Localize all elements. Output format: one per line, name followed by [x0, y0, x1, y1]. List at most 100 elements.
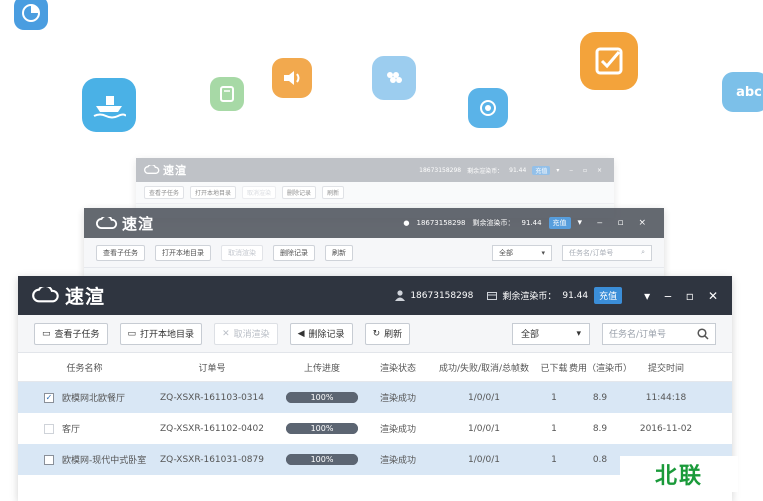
titlebar-right: ● 18673158298 剩余渲染币： 91.44 充值 ▾ ‒ ▫ × [403, 217, 652, 229]
render-state: 渲染成功 [379, 425, 416, 435]
balance-info: 剩余渲染币： 91.44 [487, 289, 588, 302]
book-icon [210, 77, 244, 111]
open-local-dir-button[interactable]: 打开本地目录 [190, 186, 237, 199]
cancel-render-button[interactable]: 取消渲染 [242, 186, 277, 199]
header-submit-time[interactable]: 提交时间 [631, 361, 701, 374]
progress-label: 100% [310, 455, 334, 464]
toolbar: ▭ 查看子任务 ▭ 打开本地目录 ✕ 取消渲染 ◀ 删除记录 ↻ 刷新 全部 ▾ [18, 315, 732, 353]
menu-dropdown-icon[interactable]: ▾ [644, 289, 650, 303]
table-row[interactable]: ✓ 欧模网北欧餐厅 ZQ-XSXR-161103-0314 100% 渲染成功 … [18, 382, 732, 413]
search-input[interactable]: 任务名/订单号 [602, 322, 716, 345]
refresh-button[interactable]: ↻ 刷新 [364, 322, 411, 345]
search-icon[interactable] [697, 327, 709, 340]
app-name: 速渲 [65, 286, 106, 308]
downloaded-count: 1 [551, 454, 557, 465]
header-frame-counts[interactable]: 成功/失败/取消/总帧数 [429, 361, 539, 374]
cancel-render-label: 取消渲染 [233, 330, 270, 340]
header-upload-progress[interactable]: 上传进度 [277, 361, 367, 374]
check-note-icon [580, 32, 638, 90]
task-name: 客厅 [62, 425, 81, 435]
chevron-down-icon: ▾ [576, 328, 581, 339]
order-number: ZQ-XSXR-161102-0402 [160, 423, 264, 434]
refresh-label: 刷新 [384, 330, 403, 340]
titlebar-right: 18673158298 剩余渲染币： 91.44 充值 ▾ ‒ ▫ ✕ [395, 287, 718, 304]
recharge-button[interactable]: 充值 [532, 165, 551, 175]
order-number: ZQ-XSXR-161103-0314 [160, 392, 264, 403]
cloud-logo-icon [32, 287, 59, 303]
app-logo: 速渲 [96, 213, 154, 234]
downloaded-count: 1 [551, 392, 557, 403]
toolbar: 查看子任务 打开本地目录 取消渲染 删除记录 刷新 [136, 182, 614, 204]
open-local-dir-button[interactable]: ▭ 打开本地目录 [119, 322, 203, 345]
maximize-icon[interactable]: ▫ [686, 289, 694, 303]
search-placeholder: 任务名/订单号 [569, 248, 614, 257]
abc-icon-label: abc [736, 84, 762, 100]
view-subtasks-button[interactable]: ▭ 查看子任务 [34, 322, 108, 345]
cancel-icon: ✕ [222, 328, 230, 339]
table-header: 任务名称 订单号 上传进度 渲染状态 成功/失败/取消/总帧数 已下载 费用（渲… [18, 353, 732, 381]
balance-value: 91.44 [521, 219, 542, 227]
user-phone: 18673158298 [419, 166, 462, 174]
header-render-state[interactable]: 渲染状态 [367, 361, 429, 374]
close-icon[interactable]: ✕ [708, 289, 718, 303]
delete-record-button[interactable]: 删除记录 [282, 186, 317, 199]
filter-select[interactable]: 全部 ▾ [512, 322, 590, 345]
open-local-dir-button[interactable]: 打开本地目录 [155, 244, 211, 261]
recharge-button[interactable]: 充值 [594, 287, 623, 304]
cancel-render-button[interactable]: ✕ 取消渲染 [214, 322, 278, 345]
filter-select[interactable]: 全部 ▾ [492, 244, 552, 261]
header-downloaded[interactable]: 已下载 [539, 361, 569, 374]
task-name: 欧模网-现代中式卧室 [62, 456, 147, 466]
delete-record-button[interactable]: 删除记录 [273, 244, 315, 261]
user-icon [395, 290, 406, 301]
cancel-render-button[interactable]: 取消渲染 [221, 244, 263, 261]
submit-time: 11:44:18 [645, 392, 687, 403]
fee: 8.9 [592, 423, 608, 434]
progress-label: 100% [310, 393, 334, 402]
minimize-icon[interactable]: ‒ [664, 289, 672, 303]
refresh-button[interactable]: 刷新 [325, 244, 353, 261]
camera-icon [468, 88, 508, 128]
window-controls: ▾ ‒ ▫ × [577, 218, 652, 228]
balance-label: 剩余渲染币： [472, 219, 515, 227]
upload-progress: 100% [277, 454, 367, 465]
abc-icon: abc [722, 72, 763, 112]
grape-icon [372, 56, 416, 100]
table-row[interactable]: 客厅 ZQ-XSXR-161102-0402 100% 渲染成功 1/0/0/1… [18, 413, 732, 444]
refresh-button[interactable]: 刷新 [322, 186, 345, 199]
user-info: 18673158298 [395, 290, 473, 301]
frame-counts: 1/0/0/1 [467, 392, 500, 403]
filter-value: 全部 [521, 330, 540, 340]
titlebar-right: 18673158298 剩余渲染币： 91.44 充值 ▾ ‒ ▫ × [419, 165, 606, 175]
view-subtasks-label: 查看子任务 [54, 330, 100, 340]
balance-value: 91.44 [509, 166, 527, 174]
frame-counts: 1/0/0/1 [467, 454, 500, 465]
search-input[interactable]: 任务名/订单号 ⌕ [562, 244, 652, 261]
app-name: 速渲 [163, 164, 187, 177]
upload-progress: 100% [277, 423, 367, 434]
titlebar: 速渲 18673158298 剩余渲染币： 91.44 充值 ▾ ‒ ▫ ✕ [18, 276, 732, 315]
progress-label: 100% [310, 424, 334, 433]
speaker-icon [272, 58, 312, 98]
open-local-dir-label: 打开本地目录 [140, 330, 195, 340]
view-subtasks-button[interactable]: 查看子任务 [144, 186, 185, 199]
delete-record-button[interactable]: ◀ 删除记录 [289, 322, 353, 345]
row-checkbox[interactable]: ✓ [44, 392, 54, 403]
header-fee[interactable]: 费用（渲染币） [569, 361, 631, 374]
row-checkbox[interactable] [44, 423, 54, 434]
task-name-cell: 欧模网-现代中式卧室 [22, 453, 147, 466]
progress-bar: 100% [286, 454, 358, 465]
header-task-name[interactable]: 任务名称 [22, 361, 147, 374]
folder-icon: ▭ [127, 328, 137, 339]
titlebar: 速渲 18673158298 剩余渲染币： 91.44 充值 ▾ ‒ ▫ × [136, 158, 614, 182]
background-window-mid: 速渲 ● 18673158298 剩余渲染币： 91.44 充值 ▾ ‒ ▫ ×… [84, 208, 664, 278]
toolbar: 查看子任务 打开本地目录 取消渲染 删除记录 刷新 全部 ▾ 任务名/订单号 ⌕ [84, 238, 664, 268]
header-order-number[interactable]: 订单号 [147, 361, 277, 374]
recharge-button[interactable]: 充值 [548, 217, 571, 229]
delete-record-label: 删除记录 [308, 330, 345, 340]
view-subtasks-button[interactable]: 查看子任务 [96, 244, 145, 261]
delete-icon: ◀ [297, 328, 305, 339]
user-phone: 18673158298 [416, 219, 466, 227]
ship-icon [82, 78, 136, 132]
row-checkbox[interactable] [44, 454, 54, 465]
